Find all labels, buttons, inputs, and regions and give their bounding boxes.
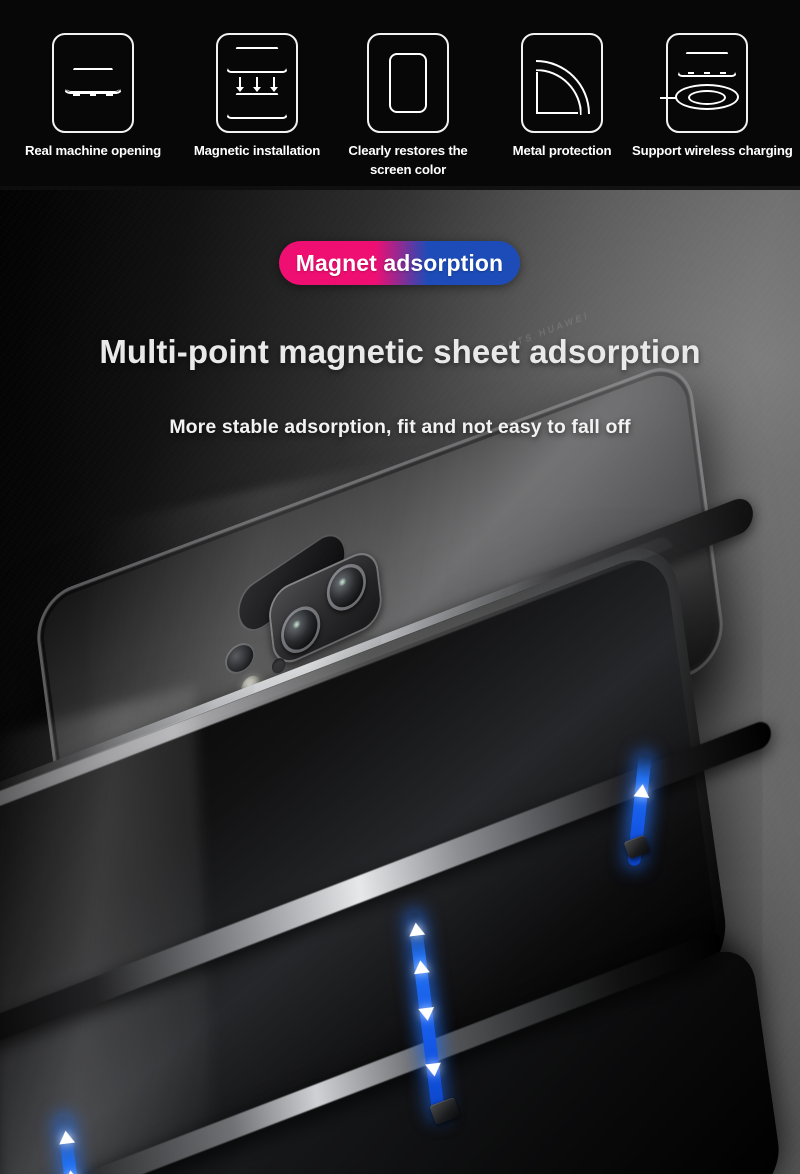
camera-secondary-cutout xyxy=(221,637,259,680)
wireless-charging-icon xyxy=(660,33,748,133)
magnet-adsorption-badge: Magnet adsorption xyxy=(279,241,520,285)
feature-bar: Real machine opening Magnetic installati… xyxy=(0,0,800,190)
feature-item-metal-protection: Metal protection xyxy=(487,33,637,160)
feature-label: Real machine opening xyxy=(25,143,161,158)
phone-perspective-icon xyxy=(52,33,134,133)
feature-label: Magnetic installation xyxy=(193,143,321,158)
magnet-arrow-down-icon xyxy=(424,1062,442,1078)
metal-shield-icon xyxy=(521,33,603,133)
feature-item-support-wireless-charging: Support wireless charging xyxy=(632,33,793,160)
magnet-arrow-up-icon xyxy=(57,1129,75,1145)
magnet-arrow-down-icon xyxy=(417,1007,436,1022)
screen-rectangle-icon xyxy=(367,33,449,133)
page-subtitle: More stable adsorption, fit and not easy… xyxy=(169,416,631,438)
camera-lens-icon xyxy=(324,556,369,618)
magnet-arrow-up-icon xyxy=(407,921,425,937)
feature-item-clearly-restores-screen-color: Clearly restores the screen color xyxy=(333,33,483,179)
product-marketing-image: AUSEOTS HUAWEI Magnet adsorption Multi-p… xyxy=(0,0,800,1174)
magnet-arrow-up-icon xyxy=(411,959,430,975)
badge-label: Magnet adsorption xyxy=(295,249,504,276)
magnet-arrow-up-icon xyxy=(61,1169,80,1174)
camera-lens-icon xyxy=(278,599,323,661)
page-title: Multi-point magnetic sheet adsorption xyxy=(99,333,701,370)
feature-label: Metal protection xyxy=(512,143,612,158)
magnet-arrow-up-icon xyxy=(632,783,651,798)
feature-label: Clearly restores the screen color xyxy=(348,143,468,178)
feature-label: Support wireless charging xyxy=(632,143,793,158)
magnetic-attach-icon xyxy=(216,33,298,133)
feature-item-real-machine-opening: Real machine opening xyxy=(18,33,168,160)
feature-item-magnetic-installation: Magnetic installation xyxy=(182,33,332,160)
